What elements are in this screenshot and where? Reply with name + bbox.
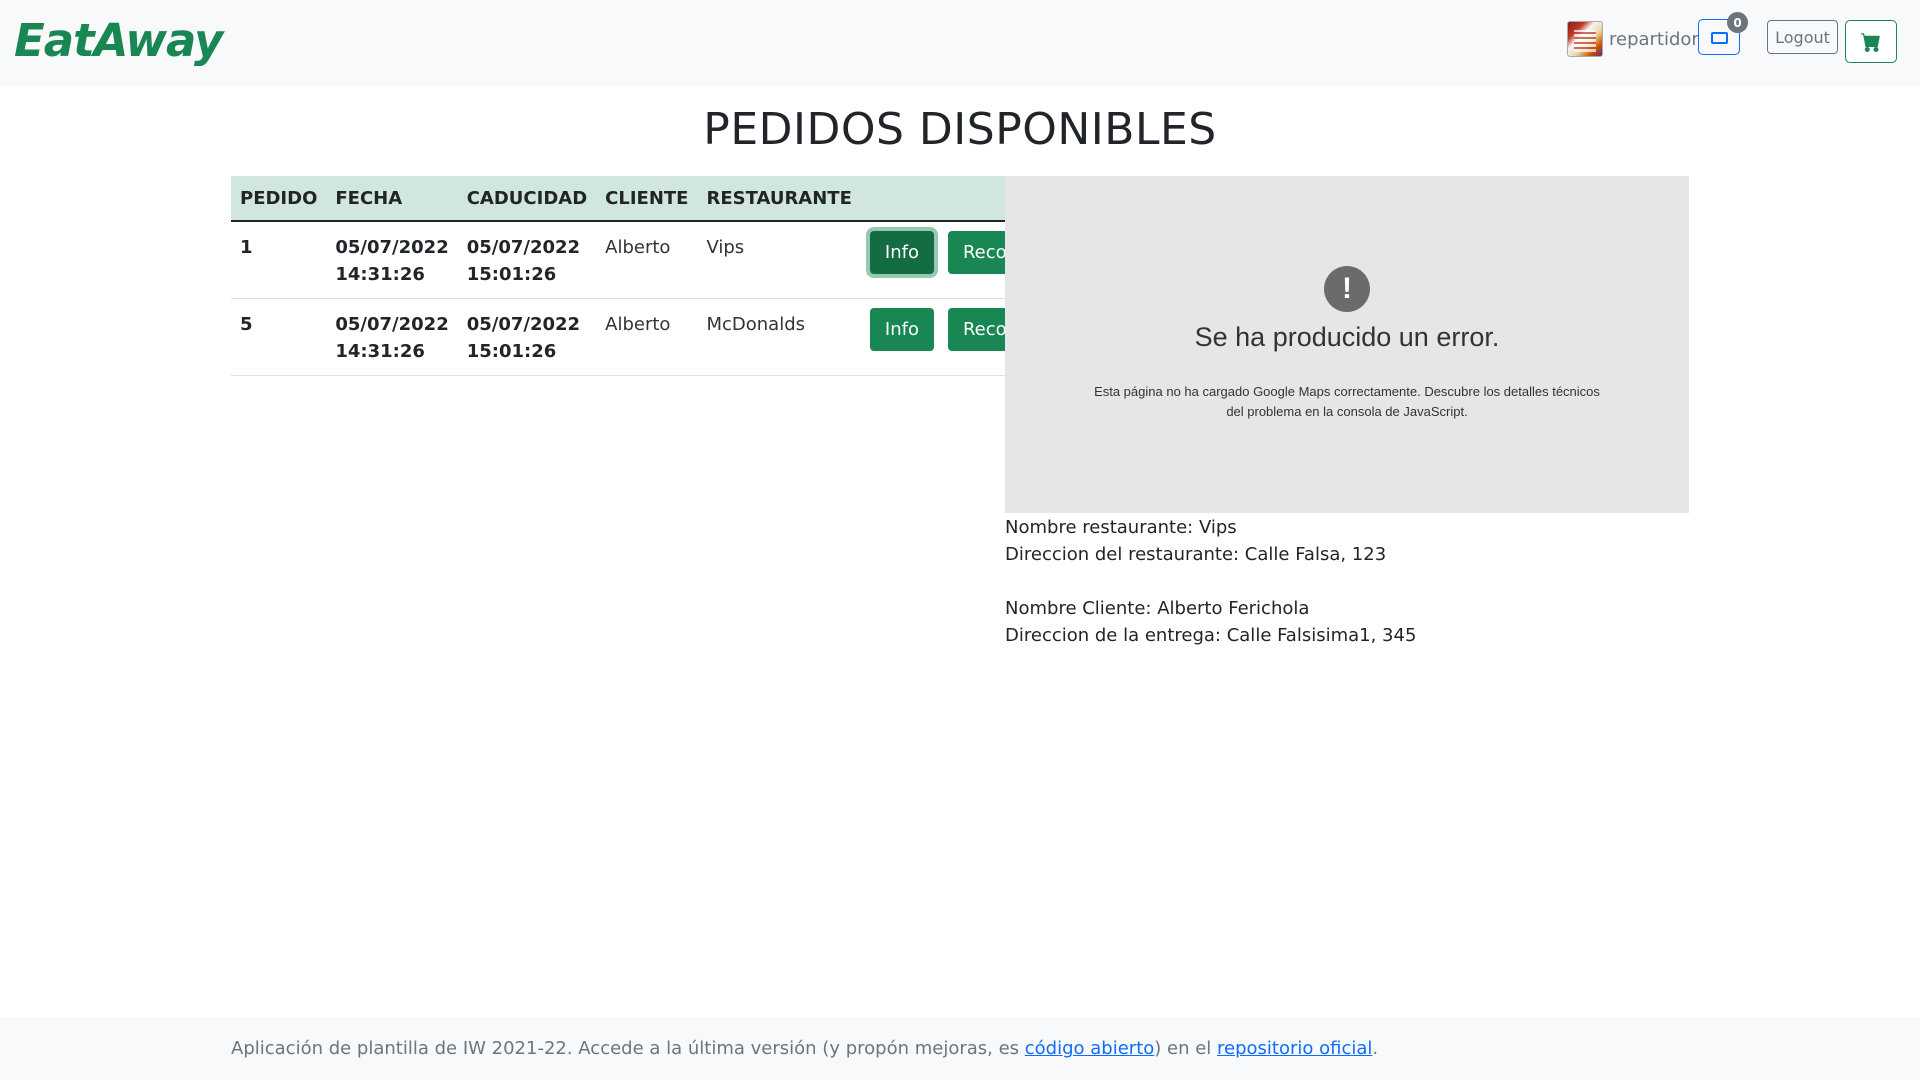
map-error-title: Se ha producido un error.: [1194, 322, 1500, 352]
column-header-restaurante: RESTAURANTE: [697, 176, 861, 222]
page-title: PEDIDOS DISPONIBLES: [703, 104, 1217, 155]
order-expiry: 05/07/2022 15:01:26: [457, 221, 597, 299]
order-restaurant: Vips: [697, 221, 861, 299]
column-header-cliente: CLIENTE: [596, 176, 698, 222]
map-error-line-1: Esta página no ha cargado Google Maps co…: [1094, 384, 1600, 399]
order-client: Alberto: [596, 298, 698, 376]
client-name: Nombre Cliente: Alberto Ferichola: [1005, 598, 1310, 619]
order-expiry-day: 05/07/2022: [466, 314, 581, 335]
cart-button[interactable]: [1845, 20, 1897, 63]
order-date-day: 05/07/2022: [335, 237, 449, 258]
order-date: 05/07/2022 14:31:26: [326, 298, 458, 376]
username: repartidor: [1609, 28, 1699, 50]
column-header-caducidad: CADUCIDAD: [457, 176, 597, 222]
footer-text-start: Aplicación de plantilla de IW 2021-22. A…: [231, 1038, 1025, 1059]
order-date-time: 14:31:26: [335, 264, 425, 285]
map-error-message: Esta página no ha cargado Google Maps co…: [1072, 382, 1622, 422]
logout-button[interactable]: Logout: [1767, 20, 1838, 54]
brand-logo-link[interactable]: EatAway: [14, 14, 223, 67]
open-source-link[interactable]: código abierto: [1025, 1038, 1155, 1059]
map-container[interactable]: ! Se ha producido un error. Esta página …: [1005, 176, 1689, 513]
restaurant-name: Nombre restaurante: Vips: [1005, 517, 1237, 538]
footer-text-middle: ) en el: [1154, 1038, 1218, 1059]
order-expiry-day: 05/07/2022: [466, 237, 581, 258]
order-date: 05/07/2022 14:31:26: [326, 221, 458, 299]
order-details: Nombre restaurante: Vips Direccion del r…: [1005, 514, 1689, 649]
footer-text: Aplicación de plantilla de IW 2021-22. A…: [231, 1038, 1378, 1059]
column-header-fecha: FECHA: [326, 176, 458, 222]
order-expiry: 05/07/2022 15:01:26: [457, 298, 597, 376]
order-id: 1: [231, 221, 327, 299]
order-id: 5: [231, 298, 327, 376]
restaurant-address: Direccion del restaurante: Calle Falsa, …: [1005, 544, 1387, 565]
orders-table: PEDIDO FECHA CADUCIDAD CLIENTE RESTAURAN…: [231, 176, 1061, 376]
column-header-pedido: PEDIDO: [231, 176, 327, 222]
footer: Aplicación de plantilla de IW 2021-22. A…: [0, 1017, 1920, 1080]
user-profile-link[interactable]: repartidor: [1567, 19, 1699, 59]
cart-icon: [1861, 32, 1880, 52]
table-header-row: PEDIDO FECHA CADUCIDAD CLIENTE RESTAURAN…: [231, 176, 1061, 222]
order-client: Alberto: [596, 221, 698, 299]
info-button[interactable]: Info: [869, 308, 934, 351]
info-button[interactable]: Info: [869, 231, 934, 274]
delivery-address: Direccion de la entrega: Calle Falsisima…: [1005, 625, 1417, 646]
order-expiry-time: 15:01:26: [466, 341, 557, 362]
avatar: [1567, 21, 1603, 57]
map-error-line-2: del problema en la consola de JavaScript…: [1226, 404, 1468, 419]
messages-count-badge: 0: [1727, 12, 1748, 33]
error-icon: !: [1324, 266, 1370, 312]
footer-text-end: .: [1372, 1038, 1379, 1059]
navbar: EatAway repartidor 0 Logout: [0, 0, 1920, 86]
order-restaurant: McDonalds: [697, 298, 861, 376]
order-expiry-time: 15:01:26: [466, 264, 557, 285]
order-date-time: 14:31:26: [335, 341, 425, 362]
table-row: 5 05/07/2022 14:31:26 05/07/2022 15:01:2…: [231, 298, 1061, 376]
envelope-icon: [1711, 32, 1728, 44]
order-date-day: 05/07/2022: [335, 314, 449, 335]
table-row: 1 05/07/2022 14:31:26 05/07/2022 15:01:2…: [231, 221, 1061, 299]
official-repo-link[interactable]: repositorio oficial: [1217, 1038, 1372, 1059]
